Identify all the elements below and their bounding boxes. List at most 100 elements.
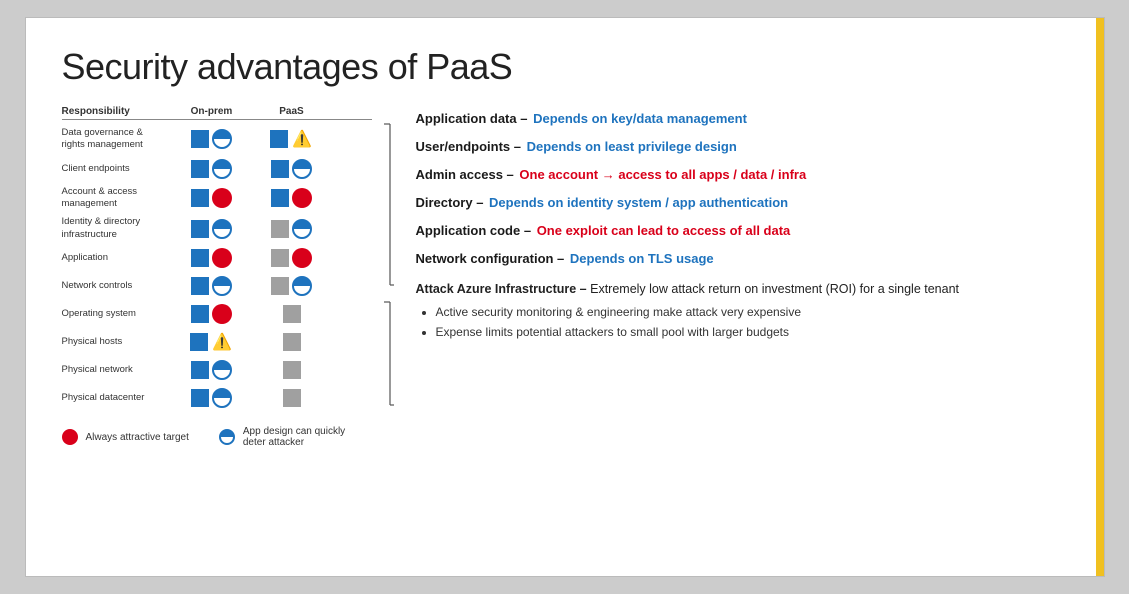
red-circle-icon — [212, 304, 232, 324]
legend-item-blue: App design can quicklydeter attacker — [219, 426, 345, 448]
right-row-label: Admin access – — [416, 166, 518, 185]
right-row-value: Depends on identity system / app authent… — [489, 194, 788, 213]
icons-paas: ⚠️ — [252, 128, 332, 150]
blue-sq-icon — [191, 220, 209, 238]
icons-paas — [252, 389, 332, 407]
row-label: Data governance & rights management — [62, 127, 172, 152]
slide: Security advantages of PaaS Responsibili… — [25, 17, 1105, 577]
red-circle-icon — [292, 188, 312, 208]
warning-icon: ⚠️ — [211, 331, 233, 353]
gray-sq-icon — [271, 249, 289, 267]
row-label: Identity & directory infrastructure — [62, 216, 172, 241]
blue-sq-icon — [191, 277, 209, 295]
col-onprem-header: On-prem — [172, 106, 252, 117]
right-row-userendpoints: User/endpoints – Depends on least privil… — [416, 134, 1068, 162]
bullet-item: Expense limits potential attackers to sm… — [436, 323, 1068, 341]
blue-sq-icon — [191, 361, 209, 379]
blue-sq-icon — [191, 389, 209, 407]
legend-blue-half-icon — [219, 429, 235, 445]
icons-onprem: ⚠️ — [172, 331, 252, 353]
table-header: Responsibility On-prem PaaS — [62, 106, 372, 120]
attack-title-para: Attack Azure Infrastructure – Extremely … — [416, 280, 1068, 299]
icons-paas — [252, 333, 332, 351]
legend-blue-label: App design can quicklydeter attacker — [243, 426, 345, 448]
col-responsibility-header: Responsibility — [62, 106, 172, 117]
table-row: Application — [62, 244, 372, 272]
blue-half-icon — [212, 388, 232, 408]
row-label: Client endpoints — [62, 163, 172, 175]
right-row-directory: Directory – Depends on identity system /… — [416, 190, 1068, 218]
blue-half-icon — [212, 276, 232, 296]
table-row: Physical network — [62, 356, 372, 384]
icons-paas — [252, 248, 332, 268]
right-row-value: Depends on TLS usage — [570, 250, 714, 269]
icons-onprem — [172, 388, 252, 408]
blue-half-icon — [292, 159, 312, 179]
blue-half-icon — [212, 159, 232, 179]
blue-sq-icon — [191, 130, 209, 148]
row-label: Network controls — [62, 280, 172, 292]
attack-title-normal: Extremely low attack return on investmen… — [590, 282, 959, 296]
icons-paas — [252, 361, 332, 379]
right-row-label: Network configuration – — [416, 250, 568, 269]
blue-half-icon — [292, 219, 312, 239]
icons-paas — [252, 219, 332, 239]
content-area: Responsibility On-prem PaaS Data governa… — [62, 106, 1068, 490]
icons-paas — [252, 188, 332, 208]
right-row-appdata: Application data – Depends on key/data m… — [416, 106, 1068, 134]
right-row-label: Directory – — [416, 194, 488, 213]
table-row: Operating system — [62, 300, 372, 328]
row-label: Physical hosts — [62, 336, 172, 348]
icons-onprem — [172, 248, 252, 268]
legend: Always attractive target App design can … — [62, 426, 372, 448]
gray-sq-icon — [271, 277, 289, 295]
right-row-value: Depends on least privilege design — [527, 138, 737, 157]
right-rows: Application data – Depends on key/data m… — [416, 106, 1068, 274]
gray-sq-icon — [283, 389, 301, 407]
slide-title: Security advantages of PaaS — [62, 46, 1068, 88]
blue-half-icon — [212, 219, 232, 239]
right-row-value: Depends on key/data management — [533, 110, 747, 129]
red-circle-icon — [212, 248, 232, 268]
blue-sq-icon — [191, 249, 209, 267]
row-label: Application — [62, 252, 172, 264]
right-content: Application data – Depends on key/data m… — [396, 106, 1068, 490]
icons-onprem — [172, 304, 252, 324]
attack-title-bold: Attack Azure Infrastructure – — [416, 282, 587, 296]
right-row-adminaccess: Admin access – One account → access to a… — [416, 162, 1068, 190]
legend-red-circle-icon — [62, 429, 78, 445]
legend-item-red: Always attractive target — [62, 429, 189, 445]
attack-bullet-list: Active security monitoring & engineering… — [416, 303, 1068, 341]
bracket-connector — [372, 110, 396, 490]
icons-paas — [252, 159, 332, 179]
table-row: Identity & directory infrastructure — [62, 213, 372, 244]
right-row-appcode: Application code – One exploit can lead … — [416, 218, 1068, 246]
blue-sq-icon — [191, 189, 209, 207]
bracket-svg — [372, 110, 396, 490]
blue-sq-icon — [271, 160, 289, 178]
legend-red-label: Always attractive target — [86, 432, 189, 443]
gray-sq-icon — [271, 220, 289, 238]
icons-onprem — [172, 159, 252, 179]
table-row: Physical hosts ⚠️ — [62, 328, 372, 356]
responsibility-table: Responsibility On-prem PaaS Data governa… — [62, 106, 372, 490]
col-paas-header: PaaS — [252, 106, 332, 117]
gray-sq-icon — [283, 305, 301, 323]
bullet-item: Active security monitoring & engineering… — [436, 303, 1068, 321]
right-row-label: Application data – — [416, 110, 532, 129]
red-circle-icon — [292, 248, 312, 268]
blue-sq-icon — [270, 130, 288, 148]
attack-section: Attack Azure Infrastructure – Extremely … — [416, 280, 1068, 341]
table-row: Account & access management — [62, 183, 372, 214]
table-row: Network controls — [62, 272, 372, 300]
table-row: Physical datacenter — [62, 384, 372, 412]
right-row-label: User/endpoints – — [416, 138, 525, 157]
gray-sq-icon — [283, 361, 301, 379]
right-row-netconfig: Network configuration – Depends on TLS u… — [416, 246, 1068, 274]
right-row-value: One exploit can lead to access of all da… — [537, 222, 791, 241]
icons-paas — [252, 305, 332, 323]
icons-onprem — [172, 360, 252, 380]
row-label: Physical network — [62, 364, 172, 376]
row-label: Operating system — [62, 308, 172, 320]
gray-sq-icon — [283, 333, 301, 351]
